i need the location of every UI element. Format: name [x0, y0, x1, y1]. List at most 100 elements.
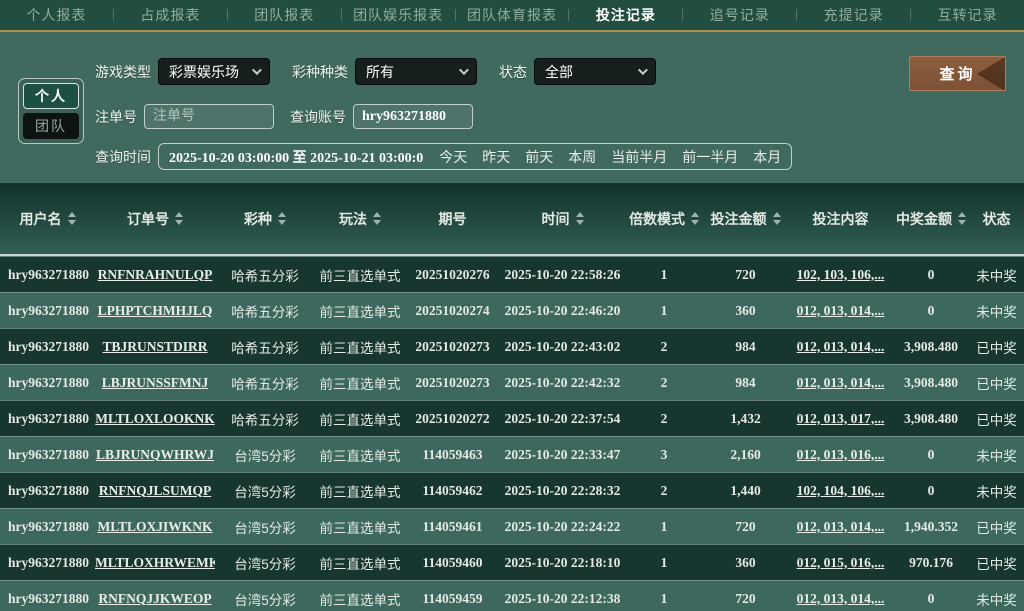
- bet-content-link[interactable]: 012, 013, 014,...: [797, 519, 885, 534]
- order-no-link[interactable]: LBJRUNSSFMNJ: [102, 375, 209, 390]
- category-select[interactable]: 所有: [355, 58, 477, 85]
- cell-bet-content: 012, 013, 014,...: [788, 519, 893, 535]
- column-header[interactable]: 玩法: [315, 209, 405, 229]
- cell-order-no: LPHPTCHMHJLQ: [95, 303, 215, 319]
- cell-multiple: 2: [660, 482, 668, 498]
- bet-content-link[interactable]: 012, 013, 014,...: [797, 375, 885, 390]
- time-range-value[interactable]: 2025-10-20 03:00:00 至 2025-10-21 03:00:0: [169, 147, 423, 167]
- scope-button[interactable]: 团队: [23, 113, 79, 139]
- cell-play: 前三直选单式: [319, 592, 401, 608]
- column-header[interactable]: 期号: [405, 209, 500, 229]
- quick-range-button[interactable]: 昨天: [482, 147, 510, 167]
- cell-username: hry963271880: [8, 374, 89, 390]
- nav-tab[interactable]: 团队娱乐报表: [342, 0, 455, 30]
- cell-username: hry963271880: [8, 590, 89, 606]
- cell-lottery: 台湾5分彩: [234, 556, 296, 572]
- cell-issue: 20251020273: [415, 374, 490, 390]
- nav-tab[interactable]: 占成报表: [114, 0, 227, 30]
- order-no-link[interactable]: RNFNQJJKWEOP: [98, 591, 211, 606]
- game-type-select[interactable]: 彩票娱乐场: [158, 58, 270, 85]
- column-header[interactable]: 彩种: [215, 209, 315, 229]
- nav-tab[interactable]: 团队报表: [228, 0, 341, 30]
- cell-status: 已中奖: [976, 556, 1017, 572]
- nav-tab[interactable]: 追号记录: [683, 0, 796, 30]
- bet-content-link[interactable]: 102, 103, 106,...: [797, 267, 885, 282]
- search-button[interactable]: 查询: [909, 56, 1006, 91]
- cell-lottery: 台湾5分彩: [234, 592, 296, 608]
- column-header[interactable]: 状态: [969, 209, 1024, 229]
- cell-bet-content: 012, 013, 017,...: [788, 411, 893, 427]
- order-no-link[interactable]: TBJRUNSTDIRR: [102, 339, 207, 354]
- cell-order-no: TBJRUNSTDIRR: [95, 339, 215, 355]
- sort-up-arrow: [278, 212, 286, 217]
- column-header[interactable]: 投注金额: [703, 209, 788, 229]
- quick-range-button[interactable]: 当前半月: [611, 147, 667, 167]
- cell-bet-content: 012, 013, 014,...: [788, 303, 893, 319]
- order-no-link[interactable]: RNFNQJLSUMQP: [99, 483, 212, 498]
- order-no-label: 注单号: [95, 108, 137, 125]
- cell-bet-amount: 720: [735, 266, 756, 282]
- cell-win-amount: 1,940.352: [904, 518, 958, 534]
- column-header[interactable]: 时间: [500, 209, 625, 229]
- query-time-label: 查询时间: [95, 148, 151, 165]
- table-row: hry963271880 MLTLOXJIWKNK 台湾5分彩 前三直选单式 11405…: [0, 508, 1024, 544]
- cell-time: 2025-10-20 22:43:02: [504, 338, 621, 354]
- column-header[interactable]: 用户名: [0, 209, 95, 229]
- bet-content-link[interactable]: 012, 013, 016,...: [797, 447, 885, 462]
- cell-multiple: 1: [660, 518, 668, 534]
- order-no-link[interactable]: MLTLOXLOOKNK: [95, 411, 215, 426]
- cell-play: 前三直选单式: [319, 268, 401, 284]
- cell-bet-amount: 1,440: [730, 482, 761, 498]
- order-no-link[interactable]: RNFNRAHNULQP: [98, 267, 213, 282]
- order-no-input[interactable]: [144, 104, 274, 129]
- quick-range-button[interactable]: 本月: [753, 147, 781, 167]
- sort-up-arrow: [958, 212, 966, 217]
- order-no-link[interactable]: LPHPTCHMHJLQ: [98, 303, 213, 318]
- quick-range-button[interactable]: 今天: [439, 147, 467, 167]
- cell-username: hry963271880: [8, 518, 89, 534]
- table-row: hry963271880 RNFNQJJKWEOP 台湾5分彩 前三直选单式 11405…: [0, 580, 1024, 611]
- column-header[interactable]: 订单号: [95, 209, 215, 229]
- status-select[interactable]: 全部: [534, 58, 656, 85]
- cell-status: 未中奖: [976, 484, 1017, 500]
- bet-content-link[interactable]: 012, 013, 014,...: [797, 339, 885, 354]
- sort-icon: [958, 212, 966, 225]
- cell-issue: 114059462: [422, 482, 483, 498]
- nav-tab[interactable]: 团队体育报表: [456, 0, 569, 30]
- column-header[interactable]: 中奖金额: [893, 209, 969, 229]
- nav-tab[interactable]: 互转记录: [911, 0, 1024, 30]
- cell-issue: 114059463: [422, 446, 483, 462]
- quick-range-button[interactable]: 前一半月: [682, 147, 738, 167]
- sort-up-arrow: [175, 212, 183, 217]
- bet-content-link[interactable]: 012, 013, 017,...: [797, 411, 885, 426]
- table-row: hry963271880 RNFNRAHNULQP 哈希五分彩 前三直选单式 20251…: [0, 256, 1024, 292]
- cell-bet-content: 012, 013, 014,...: [788, 339, 893, 355]
- order-no-link[interactable]: MLTLOXHRWEMK: [95, 555, 215, 570]
- column-header[interactable]: 投注内容: [788, 209, 893, 229]
- cell-issue: 114059459: [422, 590, 483, 606]
- nav-tab[interactable]: 个人报表: [0, 0, 113, 30]
- scope-button[interactable]: 个人: [23, 83, 79, 109]
- table-row: hry963271880 MLTLOXLOOKNK 哈希五分彩 前三直选单式 20251…: [0, 400, 1024, 436]
- column-header[interactable]: 倍数模式: [625, 209, 703, 229]
- cell-play: 前三直选单式: [319, 520, 401, 536]
- cell-issue: 114059461: [422, 518, 483, 534]
- bet-content-link[interactable]: 012, 013, 014,...: [797, 303, 885, 318]
- bet-content-link[interactable]: 012, 013, 014,...: [797, 591, 885, 606]
- order-no-link[interactable]: MLTLOXJIWKNK: [97, 519, 212, 534]
- cell-multiple: 1: [660, 266, 668, 282]
- nav-tab[interactable]: 充提记录: [797, 0, 910, 30]
- bet-content-link[interactable]: 012, 015, 016,...: [797, 555, 885, 570]
- account-input[interactable]: [353, 104, 473, 129]
- quick-range-button[interactable]: 本周: [568, 147, 596, 167]
- sort-down-arrow: [575, 220, 584, 225]
- sort-down-arrow: [67, 220, 76, 225]
- quick-range-button[interactable]: 前天: [525, 147, 553, 167]
- sort-up-arrow: [772, 212, 781, 217]
- cell-issue: 20251020272: [415, 410, 490, 426]
- nav-tab[interactable]: 投注记录: [569, 0, 682, 30]
- category-value: 所有: [366, 63, 394, 80]
- cell-play: 前三直选单式: [319, 340, 401, 356]
- order-no-link[interactable]: LBJRUNQWHRWJ: [96, 447, 214, 462]
- bet-content-link[interactable]: 102, 104, 106,...: [797, 483, 885, 498]
